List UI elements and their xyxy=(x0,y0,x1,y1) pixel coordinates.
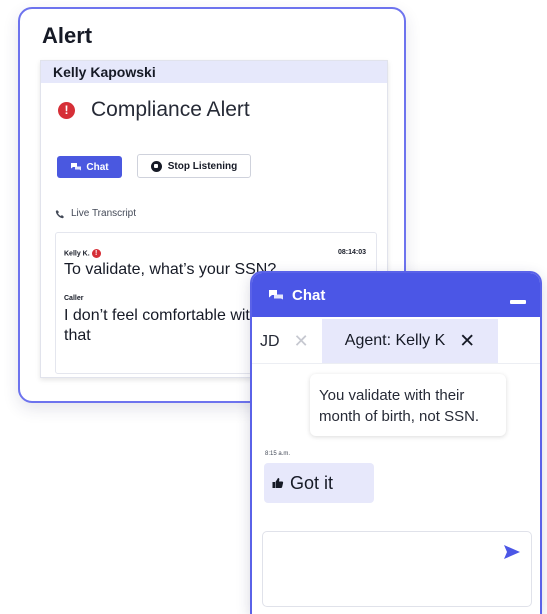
stop-listening-label: Stop Listening xyxy=(167,160,238,172)
tab-agent-kelly[interactable]: Agent: Kelly K ✕ xyxy=(322,319,498,363)
thumbs-up-icon xyxy=(272,478,284,488)
compliance-title: Compliance Alert xyxy=(91,98,250,121)
minimize-icon[interactable] xyxy=(510,300,526,304)
chat-button-label: Chat xyxy=(86,161,109,173)
phone-icon xyxy=(55,209,64,218)
chat-bubble-icon xyxy=(269,289,283,299)
tab-label: JD xyxy=(260,332,280,350)
user-message: Got it xyxy=(264,463,374,503)
compliance-row: ! Compliance Alert xyxy=(58,98,250,122)
close-icon[interactable]: ✕ xyxy=(294,331,309,352)
stop-icon xyxy=(150,160,162,172)
agent-name-bar: Kelly Kapowski xyxy=(41,61,387,83)
user-message-text: Got it xyxy=(290,472,334,493)
transcript-text: I don’t feel comfortable with xyxy=(64,307,259,324)
chat-header: Chat xyxy=(252,273,540,317)
live-transcript-row: Live Transcript xyxy=(55,208,136,219)
agent-message: You validate with their month of birth, … xyxy=(310,374,506,436)
exclamation-icon: ! xyxy=(91,249,101,258)
tab-divider xyxy=(252,363,540,364)
tab-jd[interactable]: JD ✕ xyxy=(260,331,309,352)
transcript-speaker: Caller xyxy=(64,295,84,302)
send-icon[interactable] xyxy=(503,544,521,560)
chat-title: Chat xyxy=(292,286,326,304)
exclamation-icon: ! xyxy=(58,101,75,119)
transcript-text: To validate, what’s your SSN? xyxy=(64,261,277,278)
chat-button[interactable]: Chat xyxy=(57,156,122,178)
message-input[interactable] xyxy=(262,531,532,607)
alert-title: Alert xyxy=(42,23,93,48)
stop-listening-button[interactable]: Stop Listening xyxy=(137,154,251,178)
transcript-speaker: Kelly K.! xyxy=(64,249,101,258)
speaker-name: Kelly K. xyxy=(64,250,90,258)
transcript-time: 08:14:03 xyxy=(337,249,366,256)
chat-window: Chat JD ✕ Agent: Kelly K ✕ You validate … xyxy=(250,271,542,614)
message-time: 8:15 a.m. xyxy=(265,451,291,457)
close-icon[interactable]: ✕ xyxy=(459,330,475,353)
tab-label: Agent: Kelly K xyxy=(344,332,446,349)
live-transcript-label: Live Transcript xyxy=(71,208,137,219)
transcript-text: that xyxy=(64,327,91,344)
chat-bubble-icon xyxy=(71,163,82,171)
